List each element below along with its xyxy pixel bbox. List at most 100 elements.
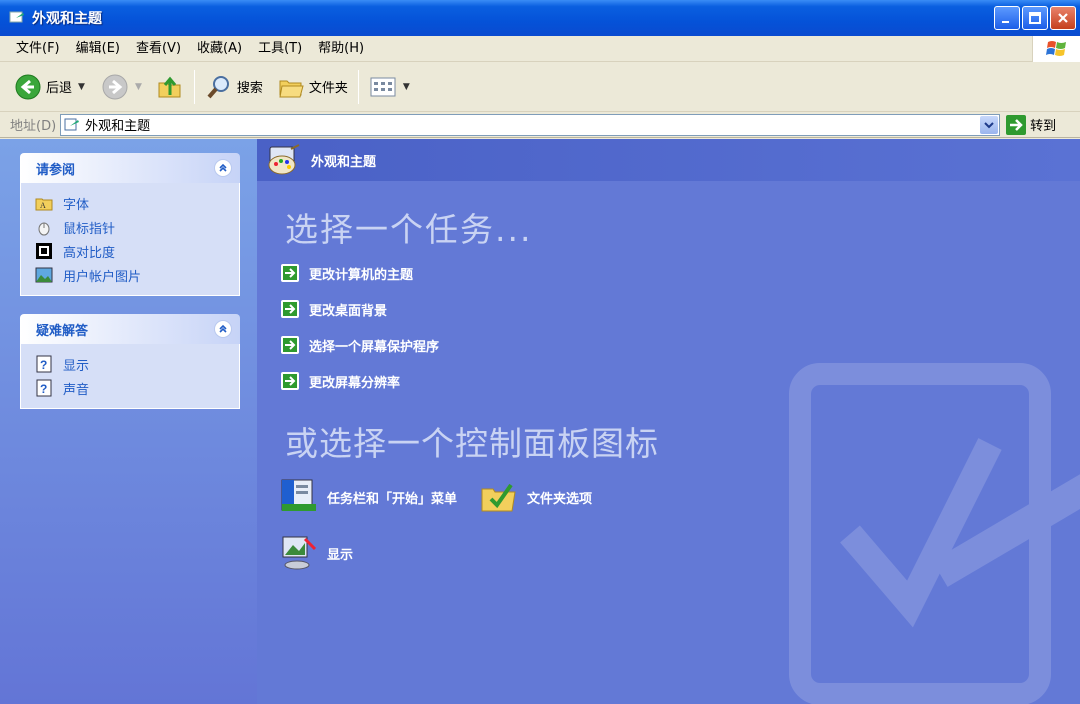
forward-button[interactable]: ▼ — [97, 67, 146, 107]
task-label: 更改屏幕分辨率 — [309, 375, 401, 391]
cp-folder-options[interactable]: 文件夹选项 — [479, 477, 592, 517]
mouse-icon — [38, 222, 50, 236]
troubleshoot-body: ? 显示 ? 声音 — [20, 344, 240, 409]
sidebar-item-label: 字体 — [63, 197, 90, 213]
up-folder-icon — [158, 76, 181, 97]
control-panel-icons: 任务栏和「开始」菜单 文件夹选项 显示 — [279, 469, 614, 581]
go-button[interactable]: 转到 — [1006, 114, 1057, 135]
toolbar-separator — [357, 69, 359, 104]
cp-label: 显示 — [327, 547, 354, 563]
cp-label: 文件夹选项 — [527, 491, 593, 507]
folder-options-icon — [481, 483, 516, 512]
folders-icon — [279, 80, 304, 97]
search-button[interactable]: 搜索 — [201, 67, 267, 107]
task-arrow-icon — [281, 264, 299, 282]
display-icon — [282, 536, 317, 570]
windows-logo — [1032, 36, 1080, 62]
collapse-chevron-icon[interactable] — [214, 320, 232, 338]
toolbar-separator — [193, 69, 195, 104]
cp-taskbar-start-menu[interactable]: 任务栏和「开始」菜单 — [279, 477, 457, 517]
window-title: 外观和主题 — [32, 11, 102, 27]
picture-icon — [35, 267, 53, 283]
checklist-watermark-icon — [789, 363, 1080, 704]
cp-label: 任务栏和「开始」菜单 — [327, 491, 458, 507]
collapse-chevron-icon[interactable] — [214, 159, 232, 177]
menu-favorites[interactable]: 收藏(A) — [189, 38, 250, 60]
address-value: 外观和主题 — [85, 119, 151, 134]
minimize-icon — [1002, 21, 1009, 23]
address-input[interactable]: 外观和主题 — [60, 113, 1001, 136]
back-dropdown-icon[interactable]: ▼ — [78, 82, 85, 92]
folders-label: 文件夹 — [308, 81, 348, 96]
close-icon — [1058, 13, 1068, 23]
sidebar-item-mouse-pointers[interactable]: 鼠标指针 — [35, 215, 239, 239]
toolbar: 后退 ▼ ▼ 搜索 文件夹 ▼ — [0, 62, 1080, 112]
cp-display[interactable]: 显示 — [279, 533, 353, 573]
windows-flag-icon — [1045, 41, 1066, 56]
contrast-icon — [36, 243, 52, 259]
svg-text:?: ? — [40, 358, 47, 372]
troubleshoot-title: 疑难解答 — [36, 323, 89, 339]
task-choose-screensaver[interactable]: 选择一个屏幕保护程序 — [281, 327, 439, 363]
minimize-button[interactable] — [994, 6, 1020, 30]
close-button[interactable] — [1050, 6, 1076, 30]
task-change-resolution[interactable]: 更改屏幕分辨率 — [281, 363, 439, 399]
title-bar[interactable]: 外观和主题 — [0, 0, 1080, 36]
see-also-title: 请参阅 — [36, 162, 76, 178]
maximize-icon — [1029, 12, 1041, 24]
svg-text:?: ? — [40, 382, 47, 396]
back-button[interactable]: 后退 ▼ — [10, 67, 89, 107]
sidebar-item-user-picture[interactable]: 用户帐户图片 — [35, 263, 239, 287]
views-dropdown-icon[interactable]: ▼ — [403, 82, 410, 92]
search-icon — [207, 75, 229, 98]
menu-file[interactable]: 文件(F) — [8, 38, 68, 60]
task-label: 更改计算机的主题 — [309, 267, 414, 283]
task-change-background[interactable]: 更改桌面背景 — [281, 291, 439, 327]
see-also-panel: 请参阅 A 字体 鼠标指针 高对比度 用户帐户图片 — [20, 153, 240, 296]
sidebar-item-sound[interactable]: ? 声音 — [35, 376, 239, 400]
font-folder-icon: A — [35, 198, 53, 211]
views-icon — [370, 77, 396, 96]
help-icon: ? — [36, 379, 52, 397]
sidebar-item-label: 高对比度 — [63, 245, 116, 261]
menu-tools[interactable]: 工具(T) — [250, 38, 310, 60]
go-label: 转到 — [1030, 119, 1057, 134]
left-task-pane: 请参阅 A 字体 鼠标指针 高对比度 用户帐户图片 疑难解答 ? 显示 ? 声音 — [0, 139, 257, 704]
up-folder-button[interactable] — [152, 67, 188, 107]
window-controls — [994, 6, 1076, 30]
sidebar-item-fonts[interactable]: A 字体 — [35, 191, 239, 215]
task-label: 更改桌面背景 — [309, 303, 388, 319]
menu-edit[interactable]: 编辑(E) — [68, 38, 128, 60]
control-panel-icon — [64, 118, 80, 130]
sidebar-item-display[interactable]: ? 显示 — [35, 352, 239, 376]
appearance-palette-icon — [268, 144, 300, 175]
task-change-theme[interactable]: 更改计算机的主题 — [281, 255, 439, 291]
category-header: 外观和主题 — [257, 139, 1080, 181]
sidebar-item-high-contrast[interactable]: 高对比度 — [35, 239, 239, 263]
troubleshoot-panel: 疑难解答 ? 显示 ? 声音 — [20, 314, 240, 409]
task-label: 选择一个屏幕保护程序 — [309, 339, 440, 355]
sidebar-item-label: 声音 — [63, 382, 90, 398]
control-panel-icon — [9, 11, 24, 23]
folders-button[interactable]: 文件夹 — [273, 67, 352, 107]
menu-view[interactable]: 查看(V) — [128, 38, 189, 60]
chevron-down-icon — [984, 121, 994, 128]
address-dropdown-button[interactable] — [980, 115, 999, 134]
go-arrow-icon — [1006, 114, 1027, 135]
address-bar: 地址(D) 外观和主题 转到 — [0, 112, 1080, 138]
see-also-body: A 字体 鼠标指针 高对比度 用户帐户图片 — [20, 183, 240, 296]
task-arrow-icon — [281, 300, 299, 318]
see-also-header[interactable]: 请参阅 — [20, 153, 240, 183]
forward-dropdown-icon[interactable]: ▼ — [135, 82, 142, 92]
troubleshoot-header[interactable]: 疑难解答 — [20, 314, 240, 344]
back-label: 后退 — [46, 81, 73, 96]
sidebar-item-label: 鼠标指针 — [63, 221, 116, 237]
views-button[interactable]: ▼ — [365, 67, 414, 107]
task-list: 更改计算机的主题 更改桌面背景 选择一个屏幕保护程序 更改屏幕分辨率 — [281, 255, 439, 399]
help-icon: ? — [36, 355, 52, 373]
task-arrow-icon — [281, 336, 299, 354]
svg-text:A: A — [40, 201, 46, 210]
category-title: 外观和主题 — [311, 154, 377, 170]
maximize-button[interactable] — [1022, 6, 1048, 30]
menu-help[interactable]: 帮助(H) — [310, 38, 372, 60]
